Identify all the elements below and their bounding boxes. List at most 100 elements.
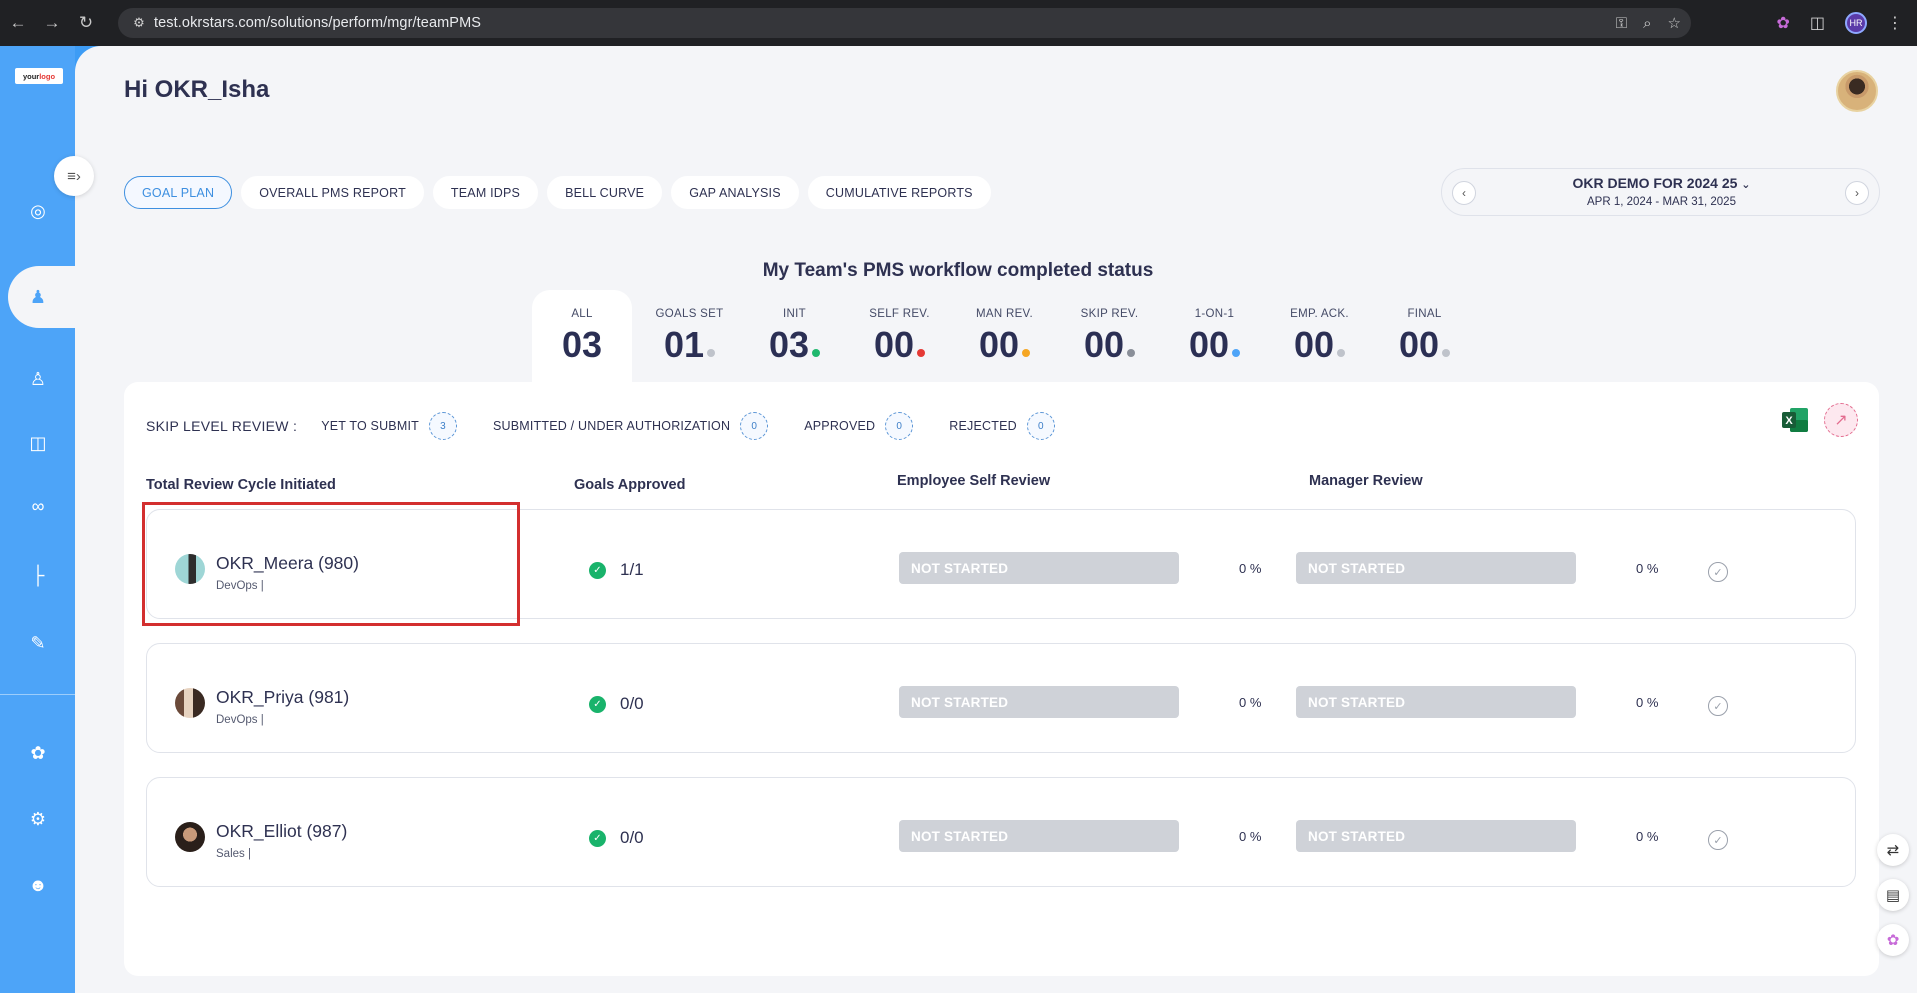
tab-overall-pms-report[interactable]: OVERALL PMS REPORT	[241, 176, 424, 209]
tab-team-idps[interactable]: TEAM IDPS	[432, 176, 539, 209]
menu-kebab-icon[interactable]: ⋮	[1887, 13, 1903, 33]
profile-avatar[interactable]: HR	[1845, 12, 1867, 34]
report-tabs: GOAL PLAN OVERALL PMS REPORT TEAM IDPS B…	[124, 176, 991, 209]
brain-icon[interactable]: ✿	[25, 740, 51, 766]
hands-icon[interactable]: ∞	[25, 493, 51, 519]
sidebar-toggle-icon[interactable]: ≡›	[54, 156, 94, 196]
person-chart-icon[interactable]: ♙	[25, 366, 51, 392]
status-tab-count: 00	[1267, 324, 1372, 366]
status-tab-skip-rev[interactable]: SKIP REV. 00	[1057, 290, 1162, 382]
status-tab-goals-set[interactable]: GOALS SET 01	[637, 290, 742, 382]
status-tab-final[interactable]: FINAL 00	[1372, 290, 1477, 382]
status-tab-count: 01	[637, 324, 742, 366]
employee-avatar	[175, 688, 205, 718]
table-row[interactable]: OKR_Priya (981) DevOps | ✓ 0/0 NOT START…	[146, 643, 1856, 753]
bookmark-star-icon[interactable]: ☆	[1668, 14, 1681, 32]
self-review-status: NOT STARTED	[899, 820, 1179, 852]
forward-icon[interactable]: →	[36, 7, 68, 39]
status-tab-label: ALL	[571, 308, 593, 320]
password-key-icon[interactable]: ⚿	[1616, 15, 1627, 32]
status-tab-label: SELF REV.	[869, 308, 930, 320]
svg-text:X: X	[1785, 415, 1793, 427]
col-employee-self-review: Employee Self Review	[897, 473, 1051, 489]
tab-goal-plan[interactable]: GOAL PLAN	[124, 176, 233, 209]
cycle-title[interactable]: OKR DEMO FOR 2024 25 ⌄	[1442, 175, 1881, 191]
col-total-review: Total Review Cycle Initiated	[146, 477, 336, 493]
status-tab-label: EMP. ACK.	[1290, 308, 1349, 320]
excel-export-icon[interactable]: X	[1781, 407, 1809, 433]
status-tab-all[interactable]: ALL 03	[532, 290, 632, 382]
selection-highlight	[142, 502, 520, 626]
tab-bell-curve[interactable]: BELL CURVE	[547, 176, 663, 209]
target-icon[interactable]: ◎	[25, 198, 51, 224]
team-icon[interactable]: ♟	[25, 284, 51, 310]
hierarchy-icon[interactable]: ├	[25, 562, 51, 588]
back-icon[interactable]: ←	[2, 7, 34, 39]
manager-review-status: NOT STARTED	[1296, 820, 1576, 852]
skip-yet-to-submit[interactable]: YET TO SUBMIT 3	[321, 412, 457, 440]
status-tab-count: 00	[847, 324, 952, 366]
count-badge: 3	[428, 412, 457, 440]
status-tab-man-rev[interactable]: MAN REV. 00	[952, 290, 1057, 382]
sidebar-item-team[interactable]: ♟	[8, 266, 80, 328]
status-tab-1-on-1[interactable]: 1-ON-1 00	[1162, 290, 1267, 382]
status-tab-label: GOALS SET	[655, 308, 724, 320]
status-dot	[1442, 349, 1451, 357]
book-icon[interactable]: ◫	[25, 430, 51, 456]
status-tab-count: 00	[1372, 324, 1477, 366]
status-tab-count: 00	[1057, 324, 1162, 366]
status-dot	[917, 349, 926, 357]
skip-rejected[interactable]: REJECTED 0	[949, 412, 1055, 440]
status-dot	[1127, 349, 1136, 357]
status-tab-count: 00	[1162, 324, 1267, 366]
status-dot	[812, 349, 821, 357]
status-tab-count: 00	[952, 324, 1057, 366]
check-done-icon[interactable]: ✓	[1708, 562, 1728, 582]
status-tab-emp-ack[interactable]: EMP. ACK. 00	[1267, 290, 1372, 382]
status-tab-init[interactable]: INIT 03	[742, 290, 847, 382]
goals-approved-value: 0/0	[620, 828, 644, 847]
gear-icon[interactable]: ⚙	[25, 806, 51, 832]
support-agent-icon[interactable]: ☻	[25, 872, 51, 898]
status-tab-self-rev[interactable]: SELF REV. 00	[847, 290, 952, 382]
self-review-percent: 0 %	[1239, 695, 1262, 710]
status-dot	[1232, 349, 1241, 357]
check-circle-icon: ✓	[589, 696, 606, 713]
employee-dept: DevOps |	[216, 714, 264, 726]
chevron-down-icon[interactable]: ⌄	[1741, 179, 1750, 191]
address-bar[interactable]: ⚙ test.okrstars.com/solutions/perform/mg…	[118, 8, 1691, 38]
chevron-right-icon[interactable]: ›	[1845, 181, 1869, 205]
status-tabs: ALL 03 GOALS SET 01 INIT 03 SELF REV. 00 MAN REV…	[532, 290, 1477, 382]
tab-cumulative-reports[interactable]: CUMULATIVE REPORTS	[807, 176, 991, 209]
employee-name[interactable]: OKR_Priya (981)	[216, 687, 349, 708]
browser-toolbar: ← → ↻ ⚙ test.okrstars.com/solutions/perf…	[0, 0, 1917, 46]
skip-level-review: SKIP LEVEL REVIEW : YET TO SUBMIT 3 SUBMI…	[146, 412, 1091, 440]
cycle-selector[interactable]: ‹ OKR DEMO FOR 2024 25 ⌄ APR 1, 2024 - M…	[1441, 168, 1880, 216]
reload-icon[interactable]: ↻	[70, 7, 102, 39]
assistant-brain-icon[interactable]: ✿	[1877, 924, 1909, 956]
document-edit-icon[interactable]: ✎	[25, 630, 51, 656]
url-text[interactable]: test.okrstars.com/solutions/perform/mgr/…	[154, 15, 481, 31]
extensions-puzzle-icon[interactable]: ◫	[1810, 13, 1825, 33]
extension-brain-icon[interactable]: ✿	[1776, 13, 1789, 33]
check-done-icon[interactable]: ✓	[1708, 696, 1728, 716]
tab-gap-analysis[interactable]: GAP ANALYSIS	[671, 176, 799, 209]
manager-review-percent: 0 %	[1636, 561, 1659, 576]
self-review-percent: 0 %	[1239, 561, 1262, 576]
user-avatar[interactable]	[1836, 70, 1878, 112]
share-icon[interactable]: ↗	[1824, 403, 1858, 437]
status-dot	[707, 349, 716, 357]
zoom-icon[interactable]: ⌕	[1643, 15, 1651, 32]
table-row[interactable]: OKR_Elliot (987) Sales | ✓ 0/0 NOT START…	[146, 777, 1856, 887]
skip-approved[interactable]: APPROVED 0	[804, 412, 914, 440]
status-tab-label: INIT	[783, 308, 806, 320]
check-done-icon[interactable]: ✓	[1708, 830, 1728, 850]
employee-name[interactable]: OKR_Elliot (987)	[216, 821, 347, 842]
status-tab-count: 03	[561, 324, 603, 365]
skip-submitted[interactable]: SUBMITTED / UNDER AUTHORIZATION 0	[493, 412, 769, 440]
check-circle-icon: ✓	[589, 562, 606, 579]
site-settings-icon[interactable]: ⚙	[124, 15, 154, 31]
translate-icon[interactable]: ⇄	[1877, 834, 1909, 866]
status-dot	[1022, 349, 1031, 357]
reader-book-icon[interactable]: ▤	[1877, 879, 1909, 911]
